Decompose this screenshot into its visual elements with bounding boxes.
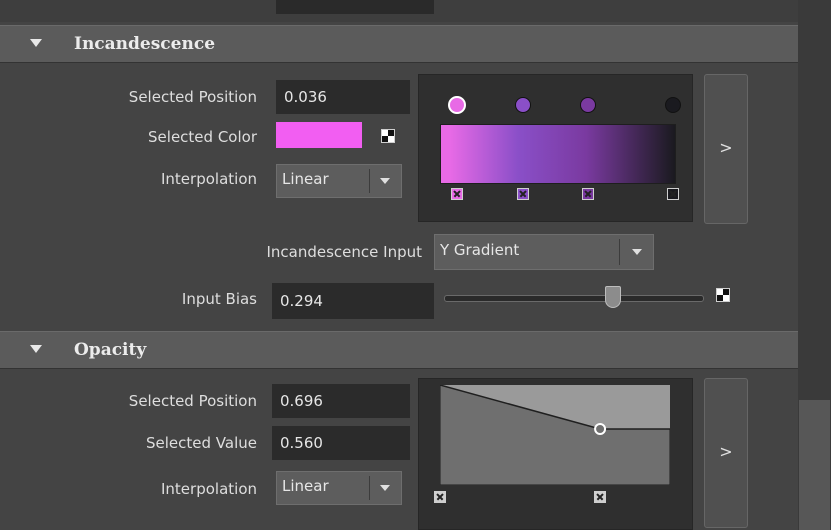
color-stop-marker-icon[interactable]: [667, 188, 679, 200]
interpolation-value: Linear: [282, 170, 329, 188]
color-ramp-panel: [418, 74, 693, 222]
color-stop-marker-icon[interactable]: [581, 188, 594, 200]
interpolation-value: Linear: [282, 477, 329, 495]
selected-position-field[interactable]: 0.696: [272, 384, 410, 418]
selected-position-label: Selected Position: [128, 88, 257, 106]
input-bias-slider-thumb[interactable]: [604, 286, 621, 308]
selected-value-field[interactable]: 0.560: [272, 426, 410, 460]
selected-color-label: Selected Color: [148, 128, 257, 146]
input-bias-field[interactable]: 0.294: [272, 283, 434, 319]
interpolation-label: Interpolation: [161, 480, 257, 498]
curve-point-marker-icon[interactable]: [594, 491, 607, 503]
opacity-curve-graph[interactable]: [440, 385, 670, 485]
incandescence-input-value: Y Gradient: [440, 241, 520, 259]
incandescence-input-dropdown[interactable]: Y Gradient: [434, 234, 654, 270]
interpolation-dropdown[interactable]: Linear: [276, 164, 402, 198]
color-stop-handle[interactable]: [665, 97, 681, 113]
color-gradient-bar[interactable]: [440, 124, 676, 184]
incandescence-section-header[interactable]: Incandescence: [0, 25, 798, 63]
texture-map-icon[interactable]: [381, 129, 395, 143]
texture-map-icon[interactable]: [716, 288, 730, 302]
color-stop-handle[interactable]: [579, 97, 596, 113]
color-stop-marker-icon[interactable]: [516, 188, 529, 200]
input-bias-label: Input Bias: [181, 290, 257, 308]
expand-ramp-button[interactable]: >: [704, 74, 748, 224]
selected-color-swatch[interactable]: [276, 122, 362, 148]
expand-ramp-button[interactable]: >: [704, 378, 748, 528]
section-title: Opacity: [74, 340, 147, 360]
scrollbar-thumb[interactable]: [799, 400, 830, 530]
chevron-down-icon: [632, 249, 642, 255]
incandescence-input-label: Incandescence Input: [266, 243, 422, 261]
selected-position-field[interactable]: 0.036: [276, 80, 410, 114]
chevron-down-icon: [380, 485, 390, 491]
color-stop-marker-icon[interactable]: [451, 188, 464, 200]
chevron-down-icon: [380, 178, 390, 184]
color-stop-handle[interactable]: [448, 96, 467, 114]
collapse-triangle-icon[interactable]: [30, 39, 42, 47]
curve-ramp-panel: [418, 378, 693, 530]
interpolation-dropdown[interactable]: Linear: [276, 471, 402, 505]
opacity-section-header[interactable]: Opacity: [0, 331, 798, 369]
selected-position-label: Selected Position: [128, 392, 257, 410]
collapse-triangle-icon[interactable]: [30, 345, 42, 353]
previous-field: [276, 0, 434, 14]
interpolation-label: Interpolation: [161, 170, 257, 188]
section-title: Incandescence: [74, 34, 216, 54]
color-stop-handle[interactable]: [514, 97, 531, 113]
curve-point-marker-icon[interactable]: [434, 491, 446, 503]
input-bias-slider-track[interactable]: [444, 286, 704, 308]
selected-value-label: Selected Value: [146, 434, 257, 452]
curve-point-handle[interactable]: [594, 423, 607, 435]
